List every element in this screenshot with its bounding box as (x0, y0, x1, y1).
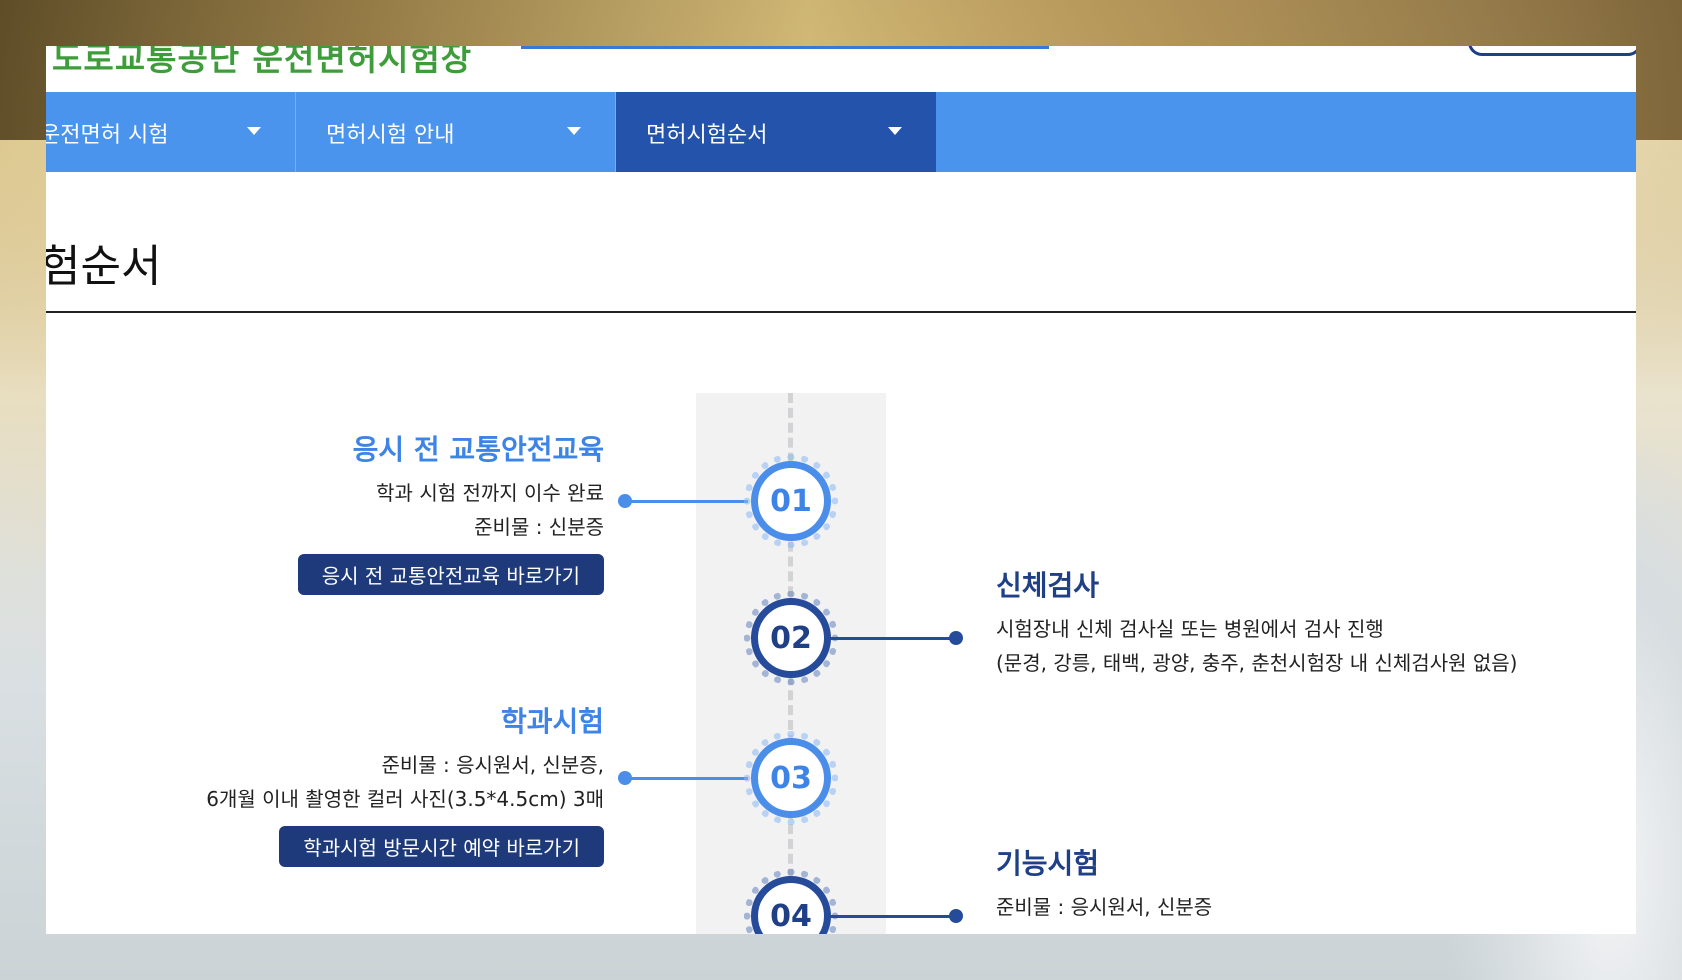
step-04-connector (828, 915, 956, 918)
step-01-content: 응시 전 교통안전교육 학과 시험 전까지 이수 완료 준비물 : 신분증 응시… (297, 428, 604, 595)
step-03-title: 학과시험 (500, 705, 604, 738)
nav-item-label: 면허시험 안내 (326, 123, 455, 148)
step-03-content: 학과시험 준비물 : 응시원서, 신분증, 6개월 이내 촬영한 컬러 사진(3… (206, 700, 604, 867)
step-03-line-1: 준비물 : 응시원서, 신분증, (381, 753, 604, 777)
site-header: 도로교통공단 운전면허시험장 (46, 46, 1636, 92)
step-01-line-1: 학과 시험 전까지 이수 완료 (376, 481, 604, 505)
step-02-line-2: (문경, 강릉, 태백, 광양, 충주, 춘천시험장 내 신체검사원 없음) (996, 651, 1518, 675)
nav-item-exam-order[interactable]: 면허시험순서 (616, 92, 936, 172)
title-divider (46, 311, 1636, 313)
step-04-line-1: 준비물 : 응시원서, 신분증 (996, 895, 1213, 919)
step-01-description: 학과 시험 전까지 이수 완료 준비물 : 신분증 (298, 476, 604, 544)
search-bar-edge[interactable] (521, 46, 1049, 49)
step-02-dot (949, 631, 963, 645)
nav-item-label: 운전면허 시험 (46, 123, 169, 148)
step-04-dot (949, 909, 963, 923)
traffic-safety-education-button[interactable]: 응시 전 교통안전교육 바로가기 (297, 554, 604, 595)
step-03-connector (626, 777, 748, 780)
step-02-title: 신체검사 (996, 569, 1100, 602)
step-03-line-2: 6개월 이내 촬영한 컬러 사진(3.5*4.5cm) 3매 (206, 787, 604, 811)
step-04-number-badge: 04 (744, 869, 838, 934)
chevron-down-icon (888, 127, 902, 135)
nav-item-label: 면허시험순서 (646, 123, 768, 148)
step-01-connector (626, 500, 748, 503)
step-02-number-badge: 02 (744, 591, 838, 685)
nav-item-license-exam[interactable]: 운전면허 시험 (46, 92, 296, 172)
step-02-content: 신체검사 시험장내 신체 검사실 또는 병원에서 검사 진행 (문경, 강릉, … (996, 564, 1517, 680)
step-01-title: 응시 전 교통안전교육 (352, 433, 604, 466)
main-nav: 운전면허 시험 면허시험 안내 면허시험순서 (46, 92, 1636, 172)
step-04-title: 기능시험 (996, 847, 1100, 880)
step-04-description: 준비물 : 응시원서, 신분증 (996, 890, 1212, 924)
site-logo[interactable]: 도로교통공단 운전면허시험장 (52, 46, 472, 80)
chevron-down-icon (247, 127, 261, 135)
chevron-down-icon (567, 127, 581, 135)
page-title: 험순서 (46, 241, 162, 292)
step-01-line-2: 준비물 : 신분증 (474, 515, 604, 539)
browser-viewport: 도로교통공단 운전면허시험장 운전면허 시험 면허시험 안내 면허시험순서 험순… (46, 46, 1636, 934)
step-02-description: 시험장내 신체 검사실 또는 병원에서 검사 진행 (문경, 강릉, 태백, 광… (996, 612, 1517, 680)
step-03-description: 준비물 : 응시원서, 신분증, 6개월 이내 촬영한 컬러 사진(3.5*4.… (206, 748, 604, 816)
step-04-content: 기능시험 준비물 : 응시원서, 신분증 (996, 842, 1212, 924)
step-02-line-1: 시험장내 신체 검사실 또는 병원에서 검사 진행 (996, 617, 1384, 641)
nav-item-exam-info[interactable]: 면허시험 안내 (296, 92, 616, 172)
step-02-connector (828, 637, 956, 640)
step-01-number-badge: 01 (744, 454, 838, 548)
header-button-edge[interactable] (1468, 46, 1636, 56)
written-test-reservation-button[interactable]: 학과시험 방문시간 예약 바로가기 (279, 826, 604, 867)
step-03-number-badge: 03 (744, 731, 838, 825)
